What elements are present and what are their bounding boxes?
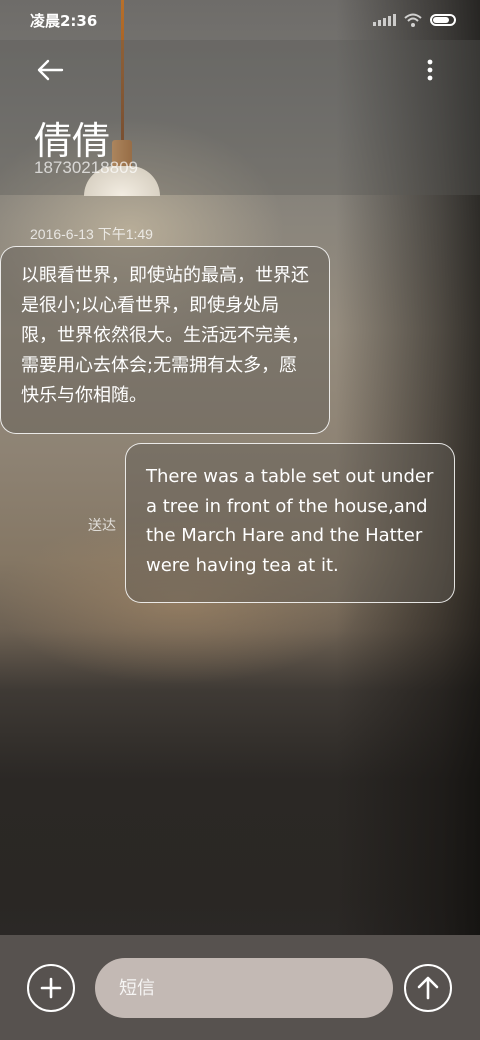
wifi-icon <box>404 13 422 27</box>
status-bar: 凌晨2:36 <box>0 0 480 40</box>
message-timestamp: 2016-6-13 下午1:49 <box>30 226 153 242</box>
message-text: There was a table set out under a tree i… <box>146 466 434 576</box>
contact-name: 倩倩 <box>34 119 111 163</box>
incoming-message-bubble[interactable]: 以眼看世界，即使站的最高，世界还是很小;以心看世界，即使身处局限，世界依然很大。… <box>0 246 330 434</box>
back-button[interactable] <box>34 54 66 86</box>
arrow-left-icon <box>37 59 64 81</box>
arrow-up-icon <box>417 976 439 1000</box>
send-button[interactable] <box>404 964 452 1012</box>
more-options-button[interactable] <box>416 54 444 86</box>
status-time: 凌晨2:36 <box>30 11 98 30</box>
add-attachment-button[interactable] <box>27 964 75 1012</box>
message-input[interactable] <box>95 958 393 1018</box>
plus-icon <box>40 977 62 999</box>
delivery-status: 送达 <box>88 518 116 534</box>
outgoing-message-bubble[interactable]: There was a table set out under a tree i… <box>125 443 455 603</box>
message-text: 以眼看世界，即使站的最高，世界还是很小;以心看世界，即使身处局限，世界依然很大。… <box>21 265 309 406</box>
status-icons <box>373 13 456 27</box>
signal-icon <box>373 14 396 26</box>
more-vertical-icon <box>427 59 433 81</box>
contact-number: 18730218809 <box>34 158 139 177</box>
battery-icon <box>430 14 456 26</box>
